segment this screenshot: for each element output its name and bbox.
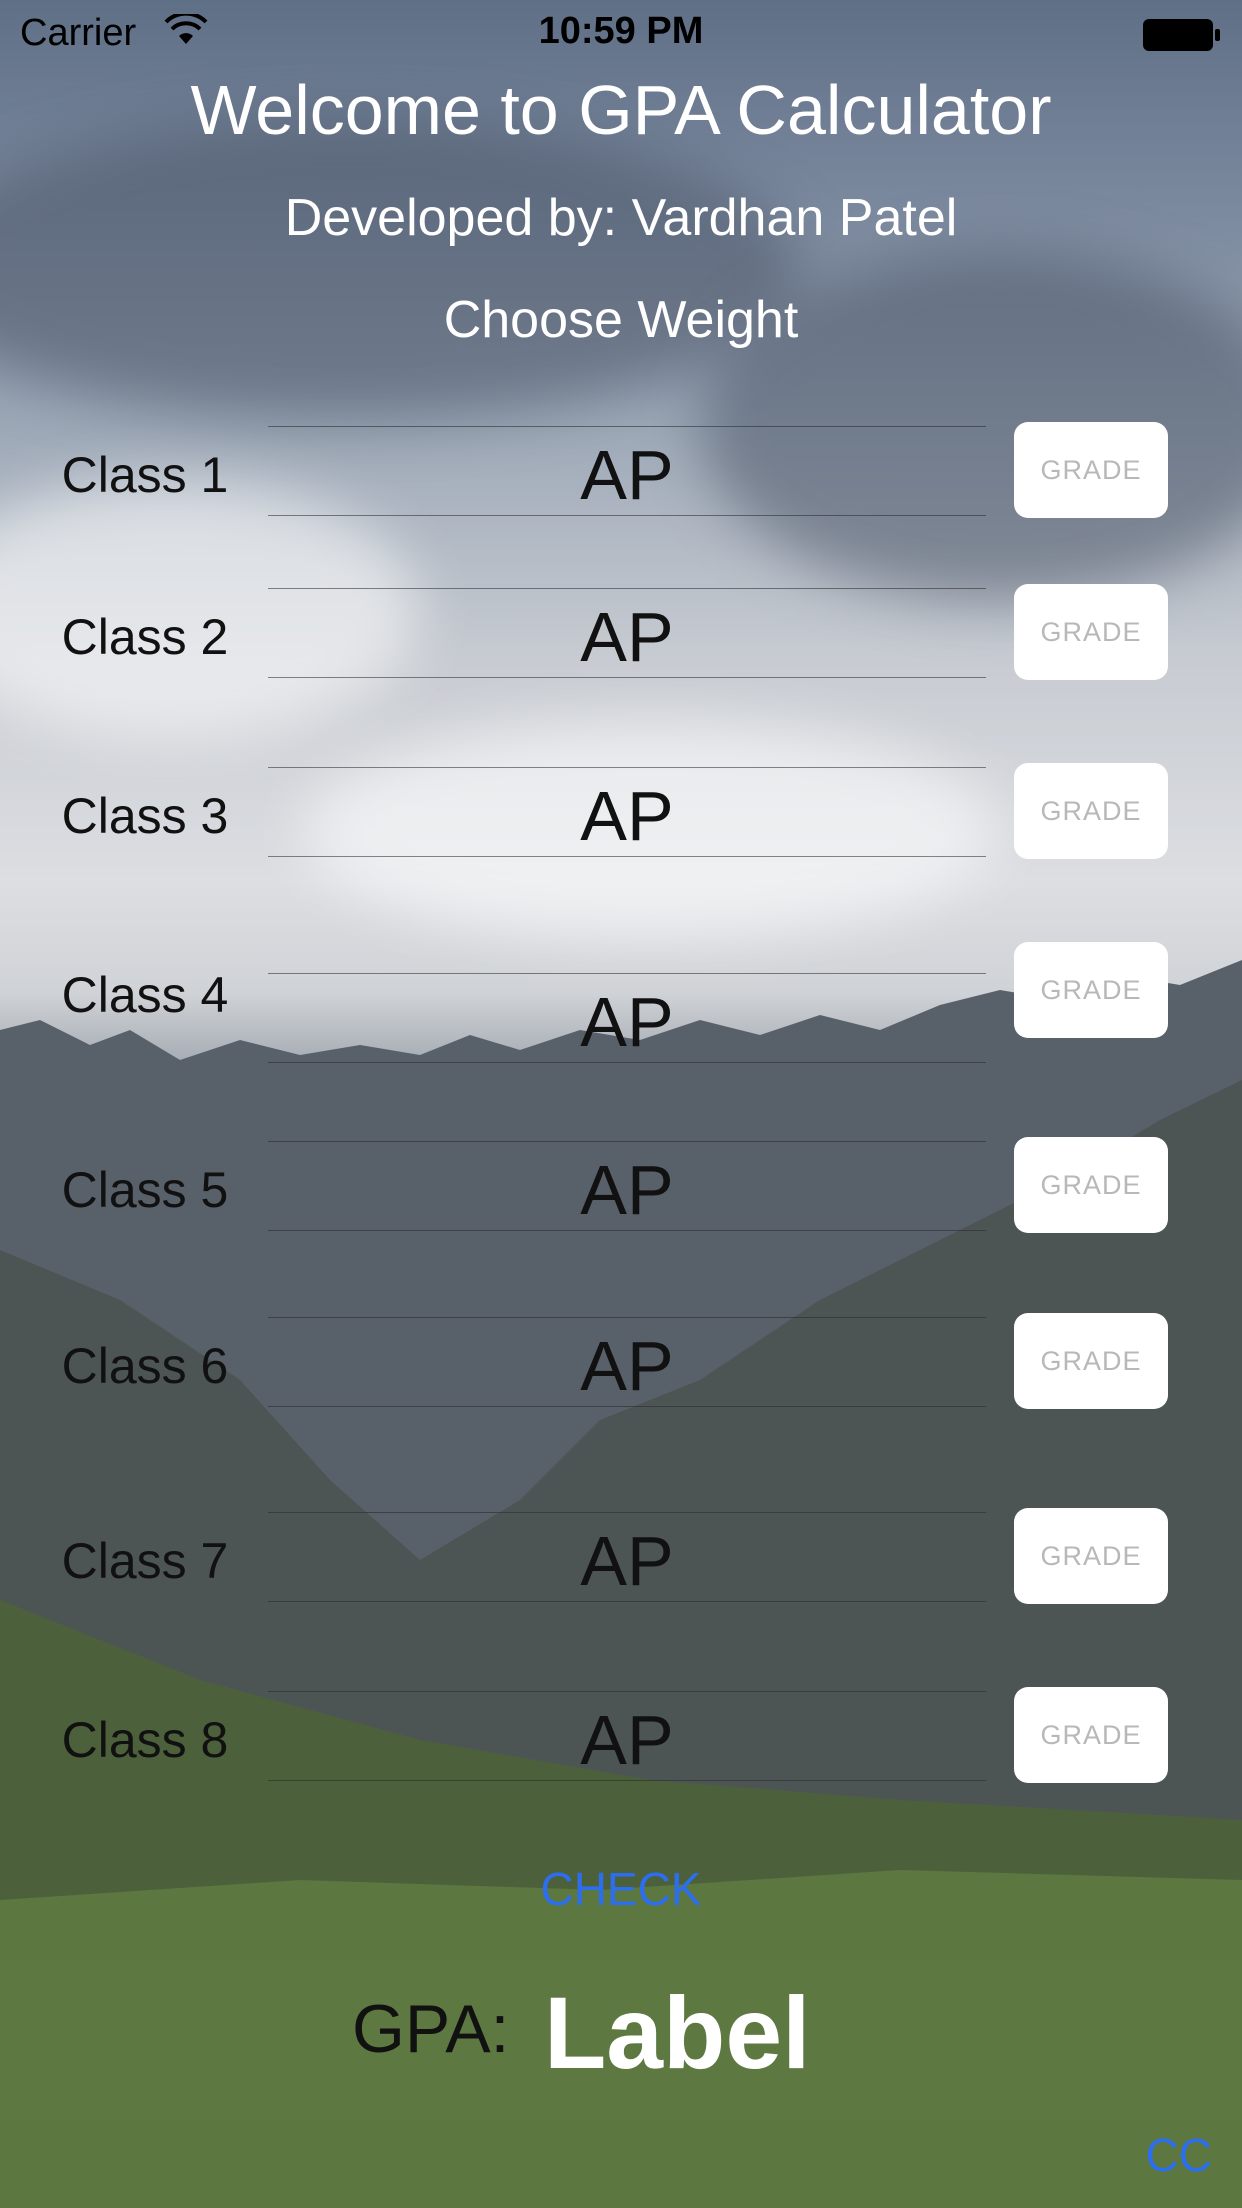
class-label: Class 3 [61, 788, 229, 844]
weight-value: AP [580, 598, 674, 676]
class-label: Class 4 [61, 967, 229, 1023]
status-time: 10:59 PM [538, 10, 704, 52]
grade-button[interactable]: GRADE [1014, 422, 1168, 518]
weight-picker[interactable]: AP [268, 1317, 986, 1407]
weight-value: AP [580, 1522, 674, 1600]
class-row: Class 6 AP GRADE [0, 1313, 1242, 1413]
grade-button[interactable]: GRADE [1014, 763, 1168, 859]
weight-picker[interactable]: AP [268, 1512, 986, 1602]
gpa-label: GPA: [352, 1991, 510, 2067]
weight-picker[interactable]: AP [268, 426, 986, 516]
class-row: Class 4 AP GRADE [0, 942, 1242, 1063]
grade-button[interactable]: GRADE [1014, 1508, 1168, 1604]
grade-button[interactable]: GRADE [1014, 584, 1168, 680]
class-row: Class 3 AP GRADE [0, 763, 1242, 863]
battery-icon [1143, 19, 1220, 51]
cc-button[interactable]: CC [1146, 2128, 1212, 2182]
weight-value: AP [580, 983, 674, 1061]
weight-picker[interactable]: AP [268, 1141, 986, 1231]
class-row: Class 8 AP GRADE [0, 1687, 1242, 1787]
developer-credit: Developed by: Vardhan Patel [284, 189, 958, 247]
grade-button[interactable]: GRADE [1014, 1137, 1168, 1233]
weight-picker[interactable]: AP [268, 973, 986, 1063]
class-label: Class 5 [61, 1162, 229, 1218]
weight-picker[interactable]: AP [268, 588, 986, 678]
gpa-value: Label [544, 1976, 811, 2090]
grade-button[interactable]: GRADE [1014, 1313, 1168, 1409]
class-label: Class 7 [61, 1533, 229, 1589]
weight-value: AP [580, 1327, 674, 1405]
weight-value: AP [580, 436, 674, 514]
weight-value: AP [580, 1701, 674, 1779]
class-row: Class 5 AP GRADE [0, 1137, 1242, 1237]
weight-prompt: Choose Weight [443, 291, 799, 349]
weight-value: AP [580, 777, 674, 855]
check-button[interactable]: CHECK [0, 1862, 1242, 1916]
weight-picker[interactable]: AP [268, 1691, 986, 1781]
class-label: Class 1 [61, 447, 229, 503]
class-row: Class 1 AP GRADE [0, 422, 1242, 522]
grade-button[interactable]: GRADE [1014, 1687, 1168, 1783]
class-label: Class 2 [61, 609, 229, 665]
class-label: Class 6 [61, 1338, 229, 1394]
weight-value: AP [580, 1151, 674, 1229]
class-row: Class 2 AP GRADE [0, 584, 1242, 684]
class-label: Class 8 [61, 1712, 229, 1768]
grade-button[interactable]: GRADE [1014, 942, 1168, 1038]
class-row: Class 7 AP GRADE [0, 1508, 1242, 1608]
weight-picker[interactable]: AP [268, 767, 986, 857]
app-title: Welcome to GPA Calculator [190, 71, 1052, 149]
status-bar: Carrier 10:59 PM [0, 0, 1242, 66]
